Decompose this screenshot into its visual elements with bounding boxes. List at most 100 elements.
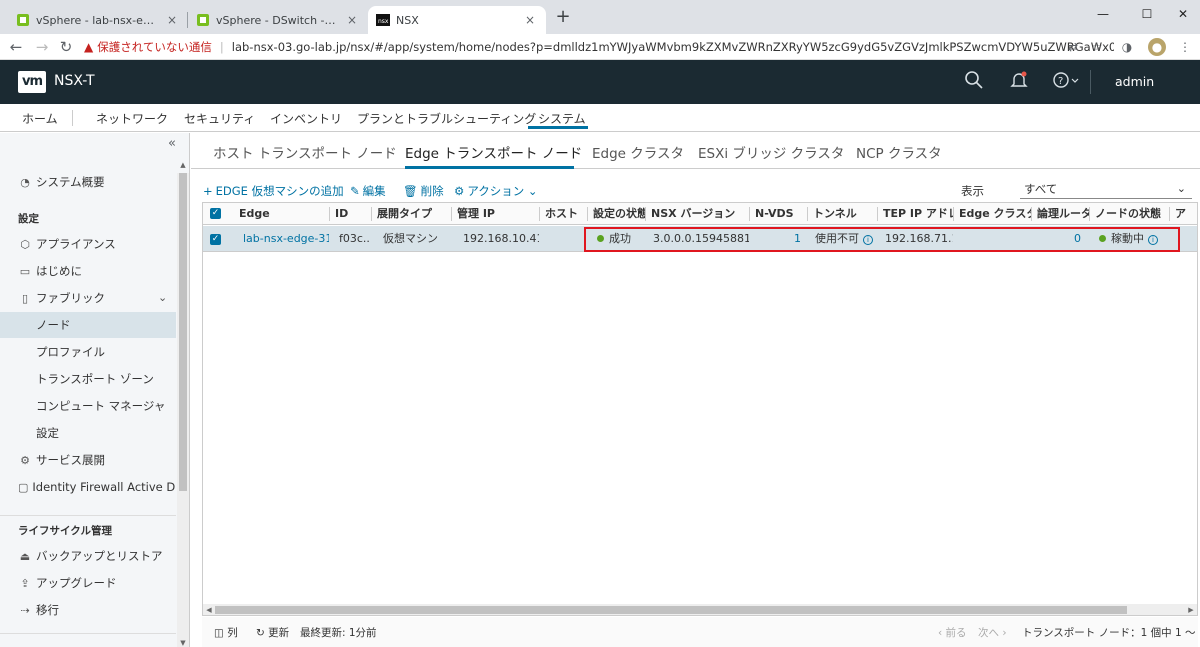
close-window-button[interactable]: ✕	[1160, 0, 1200, 28]
refresh-label: 更新	[268, 627, 290, 639]
sidebar-item-getting-started[interactable]: ▭ はじめに	[0, 258, 176, 284]
nav-system[interactable]: システム	[538, 110, 586, 127]
nav-inventory[interactable]: インベントリ	[270, 110, 342, 127]
row-checkbox[interactable]: ✓	[210, 234, 221, 245]
sidebar-item-identity-firewall[interactable]: ▢ Identity Firewall Active D...	[0, 474, 176, 500]
show-filter-select[interactable]: すべて ⌄	[1020, 179, 1192, 199]
pencil-icon: ✎	[350, 184, 360, 198]
last-updated: 最終更新: 1分前	[300, 627, 377, 639]
scrollbar-thumb[interactable]	[179, 173, 187, 491]
column-header-edge[interactable]: Edge	[233, 203, 329, 225]
back-icon[interactable]: ←	[6, 37, 26, 57]
tab-esxi-bridge-clusters[interactable]: ESXi ブリッジ クラスタ	[698, 142, 844, 162]
cell-id: f03c...	[339, 232, 371, 245]
bookmark-star-icon[interactable]: ☆	[1088, 38, 1106, 56]
column-header-tep-ip[interactable]: TEP IP アドレス	[877, 203, 953, 225]
dashboard-icon: ◔	[20, 175, 30, 189]
vsphere-icon	[196, 13, 210, 27]
new-tab-button[interactable]: +	[553, 8, 573, 28]
browser-tabstrip: vSphere - lab-nsx-edge-31 - サマ × vSphere…	[0, 0, 1200, 34]
tab-ncp-clusters[interactable]: NCP クラスタ	[856, 142, 942, 162]
delete-label: 削除	[420, 184, 444, 198]
prev-page-button[interactable]: ‹ 前る	[938, 625, 967, 640]
sidebar-item-overview[interactable]: ◔ システム概要	[0, 169, 176, 195]
sidebar-item-fabric-settings[interactable]: 設定	[0, 420, 176, 446]
column-header-config-state[interactable]: 設定の状態	[587, 203, 645, 225]
refresh-button[interactable]: ↻ 更新	[256, 625, 289, 640]
edge-name-link[interactable]: lab-nsx-edge-31	[237, 226, 329, 252]
delete-button[interactable]: 🗑 削除	[403, 183, 444, 199]
close-icon[interactable]: ×	[164, 13, 180, 27]
sidebar-item-fabric[interactable]: ▯ ファブリック	[0, 285, 176, 311]
column-header-logical-routers[interactable]: 論理ルータ	[1031, 203, 1089, 225]
actions-button[interactable]: ⚙ アクション ⌄	[454, 183, 538, 199]
grid-header: ✓ Edge ID 展開タイプ 管理 IP ホスト 設定の状態 NSX バージョ…	[203, 203, 1197, 225]
nav-plan-troubleshoot[interactable]: プランとトラブルシューティング	[357, 110, 536, 127]
extension-icon[interactable]: ◑	[1118, 38, 1136, 56]
forward-icon[interactable]: →	[32, 37, 52, 57]
sidebar-item-service-deployment[interactable]: ⚙ サービス展開	[0, 447, 176, 473]
vsphere-icon	[16, 13, 30, 27]
edit-button[interactable]: ✎ 編集	[350, 183, 386, 199]
scroll-right-icon[interactable]: ▶	[1185, 604, 1197, 615]
chevron-down-icon: ⌄	[1176, 182, 1186, 195]
show-filter-label: 表示	[961, 184, 984, 198]
tab-host-transport-nodes[interactable]: ホスト トランスポート ノード	[213, 142, 397, 162]
column-header-tunnel[interactable]: トンネル	[807, 203, 877, 225]
gear-icon: ⚙	[454, 184, 465, 198]
scrollbar-thumb[interactable]	[215, 606, 1127, 614]
translate-icon[interactable]: ⇄	[1064, 38, 1082, 56]
search-icon[interactable]	[962, 70, 986, 94]
bell-icon[interactable]	[1007, 70, 1031, 94]
sidebar-item-appliances[interactable]: ⬡ アプライアンス	[0, 231, 176, 257]
url-field[interactable]: ▲ 保護されていない通信 | lab-nsx-03.go-lab.jp/nsx/…	[84, 36, 1114, 58]
sidebar-scrollbar[interactable]: ▲ ▼	[177, 161, 189, 647]
nav-networking[interactable]: ネットワーク	[96, 110, 168, 127]
migrate-icon: ⇢	[20, 603, 30, 617]
help-icon[interactable]: ?	[1050, 70, 1082, 94]
column-header-node-state[interactable]: ノードの状態	[1089, 203, 1169, 225]
sidebar-item-compute-managers[interactable]: コンピュート マネージャ	[0, 393, 176, 419]
nav-security[interactable]: セキュリティ	[184, 110, 255, 127]
browser-tab-nsx[interactable]: nsx NSX ×	[368, 6, 546, 34]
tab-edge-clusters[interactable]: Edge クラスタ	[592, 142, 684, 162]
sidebar-item-nodes[interactable]: ノード	[0, 312, 176, 338]
reload-icon[interactable]: ↻	[56, 37, 76, 57]
column-header-more[interactable]: ア	[1169, 203, 1197, 225]
columns-button[interactable]: ◫ 列	[214, 625, 238, 640]
column-header-host[interactable]: ホスト	[539, 203, 587, 225]
add-edge-vm-button[interactable]: + EDGE 仮想マシンの追加	[203, 183, 344, 199]
sidebar-item-migrate[interactable]: ⇢ 移行	[0, 597, 176, 623]
column-header-mgmt-ip[interactable]: 管理 IP	[451, 203, 539, 225]
close-icon[interactable]: ×	[344, 13, 360, 27]
browser-tab-vsphere-dswitch[interactable]: vSphere - DSwitch - プロパティ ×	[188, 6, 368, 34]
browser-menu-icon[interactable]: ⋮	[1176, 38, 1194, 56]
scroll-down-icon[interactable]: ▼	[177, 639, 189, 647]
nav-home[interactable]: ホーム	[22, 110, 58, 127]
grid-horizontal-scrollbar[interactable]: ◀ ▶	[203, 604, 1197, 615]
collapse-sidebar-icon[interactable]: «	[168, 136, 176, 151]
browser-tab-vsphere-edge[interactable]: vSphere - lab-nsx-edge-31 - サマ ×	[8, 6, 188, 34]
scroll-up-icon[interactable]: ▲	[177, 161, 189, 169]
sidebar-item-upgrade[interactable]: ⇪ アップグレード	[0, 570, 176, 596]
sidebar-item-backup[interactable]: ⏏ バックアップとリストア	[0, 543, 176, 569]
chevron-down-icon[interactable]: ⌄	[158, 291, 167, 304]
user-menu[interactable]: admin	[1115, 74, 1154, 89]
tab-edge-transport-nodes[interactable]: Edge トランスポート ノード	[405, 142, 582, 162]
minimize-button[interactable]: —	[1080, 0, 1126, 28]
browser-tab-title: vSphere - lab-nsx-edge-31 - サマ	[36, 14, 158, 27]
plus-icon: +	[203, 184, 213, 198]
scroll-left-icon[interactable]: ◀	[203, 604, 215, 615]
column-header-nsx-version[interactable]: NSX バージョン	[645, 203, 749, 225]
profile-avatar[interactable]: ●	[1148, 38, 1166, 56]
tab-active-underline	[405, 166, 574, 169]
next-page-button[interactable]: 次へ ›	[978, 625, 1007, 640]
close-icon[interactable]: ×	[522, 13, 538, 27]
column-header-nvds[interactable]: N-VDS	[749, 203, 807, 225]
column-header-deploy-type[interactable]: 展開タイプ	[371, 203, 451, 225]
sidebar-item-transport-zones[interactable]: トランスポート ゾーン	[0, 366, 176, 392]
column-header-edge-cluster[interactable]: Edge クラスタ	[953, 203, 1031, 225]
sidebar-item-profiles[interactable]: プロファイル	[0, 339, 176, 365]
select-all-checkbox[interactable]: ✓	[210, 208, 221, 219]
column-header-id[interactable]: ID	[329, 203, 371, 225]
